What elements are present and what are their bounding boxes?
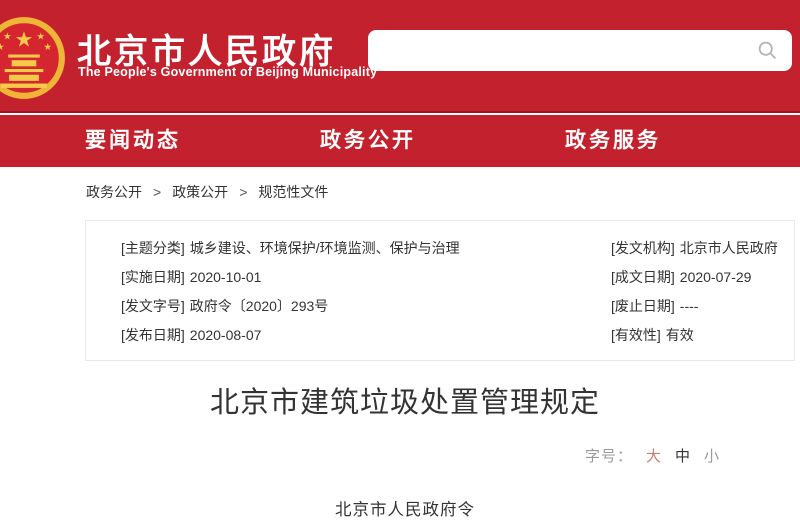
meta-label: [主题分类] xyxy=(121,240,185,256)
nav-item-government-affairs[interactable]: 政务公开 xyxy=(320,115,416,167)
meta-value: 2020-07-29 xyxy=(680,269,752,285)
document-heading: 北京市人民政府令 xyxy=(0,496,800,520)
meta-value: 2020-08-07 xyxy=(190,327,262,343)
meta-label: [发文机构] xyxy=(611,240,675,256)
font-size-label: 字号： xyxy=(585,448,633,465)
svg-text:★: ★ xyxy=(15,29,34,52)
meta-row-effective-date: [实施日期] 2020-10-01 xyxy=(121,263,591,292)
meta-value: 有效 xyxy=(666,327,694,343)
meta-row-document-number: [发文字号] 政府令〔2020〕293号 xyxy=(121,292,591,321)
svg-text:★: ★ xyxy=(36,32,45,43)
font-size-large-button[interactable]: 大 xyxy=(646,448,662,465)
meta-label: [有效性] xyxy=(611,327,661,343)
search-icon[interactable] xyxy=(757,40,778,61)
meta-label: [发布日期] xyxy=(121,327,185,343)
search-input[interactable] xyxy=(368,30,792,71)
breadcrumb-item-1[interactable]: 政务公开 xyxy=(86,184,142,200)
meta-row-repeal-date: [废止日期] ---- xyxy=(611,292,791,321)
svg-text:★: ★ xyxy=(3,32,12,43)
site-subtitle: The People's Government of Beijing Munic… xyxy=(78,65,377,79)
page: ★ ★ ★ ★ ★ 北京市人民政府 The People's Governmen… xyxy=(0,0,800,530)
font-size-small-button[interactable]: 小 xyxy=(704,448,720,465)
national-emblem-icon: ★ ★ ★ ★ ★ xyxy=(0,14,68,102)
svg-text:★: ★ xyxy=(43,42,52,53)
document-meta-box: [主题分类] 城乡建设、环境保护/环境监测、保护与治理 [实施日期] 2020-10… xyxy=(85,220,795,361)
breadcrumb-separator: > xyxy=(153,184,161,200)
breadcrumb-separator: > xyxy=(239,184,247,200)
meta-column-right: [发文机构] 北京市人民政府 [成文日期] 2020-07-29 [废止日期] ---… xyxy=(611,234,791,350)
meta-value: 城乡建设、环境保护/环境监测、保护与治理 xyxy=(190,240,460,256)
breadcrumb: 政务公开 > 政策公开 > 规范性文件 xyxy=(86,182,328,202)
meta-value: 政府令〔2020〕293号 xyxy=(190,298,329,314)
meta-value: 2020-10-01 xyxy=(190,269,262,285)
svg-text:★: ★ xyxy=(0,42,5,53)
meta-column-left: [主题分类] 城乡建设、环境保护/环境监测、保护与治理 [实施日期] 2020-10… xyxy=(121,234,591,350)
meta-label: [实施日期] xyxy=(121,269,185,285)
breadcrumb-item-3[interactable]: 规范性文件 xyxy=(258,184,328,200)
meta-row-validity: [有效性] 有效 xyxy=(611,321,791,350)
article-title: 北京市建筑垃圾处置管理规定 xyxy=(0,379,800,421)
font-size-medium-button[interactable]: 中 xyxy=(675,448,691,465)
breadcrumb-item-2[interactable]: 政策公开 xyxy=(172,184,228,200)
meta-label: [发文字号] xyxy=(121,298,185,314)
nav-item-government-services[interactable]: 政务服务 xyxy=(565,115,661,167)
meta-row-topic: [主题分类] 城乡建设、环境保护/环境监测、保护与治理 xyxy=(121,234,591,263)
meta-row-publish-date: [发布日期] 2020-08-07 xyxy=(121,321,591,350)
search-box xyxy=(368,30,792,71)
meta-value: 北京市人民政府 xyxy=(680,240,778,256)
meta-label: [成文日期] xyxy=(611,269,675,285)
meta-value: ---- xyxy=(680,298,699,314)
meta-label: [废止日期] xyxy=(611,298,675,314)
meta-row-issuing-agency: [发文机构] 北京市人民政府 xyxy=(611,234,791,263)
meta-row-signed-date: [成文日期] 2020-07-29 xyxy=(611,263,791,292)
nav-item-news[interactable]: 要闻动态 xyxy=(85,115,181,167)
font-size-selector: 字号： 大中小 xyxy=(585,445,720,466)
main-nav: 要闻动态 政务公开 政务服务 xyxy=(0,115,800,167)
site-header: ★ ★ ★ ★ ★ 北京市人民政府 The People's Governmen… xyxy=(0,0,800,113)
